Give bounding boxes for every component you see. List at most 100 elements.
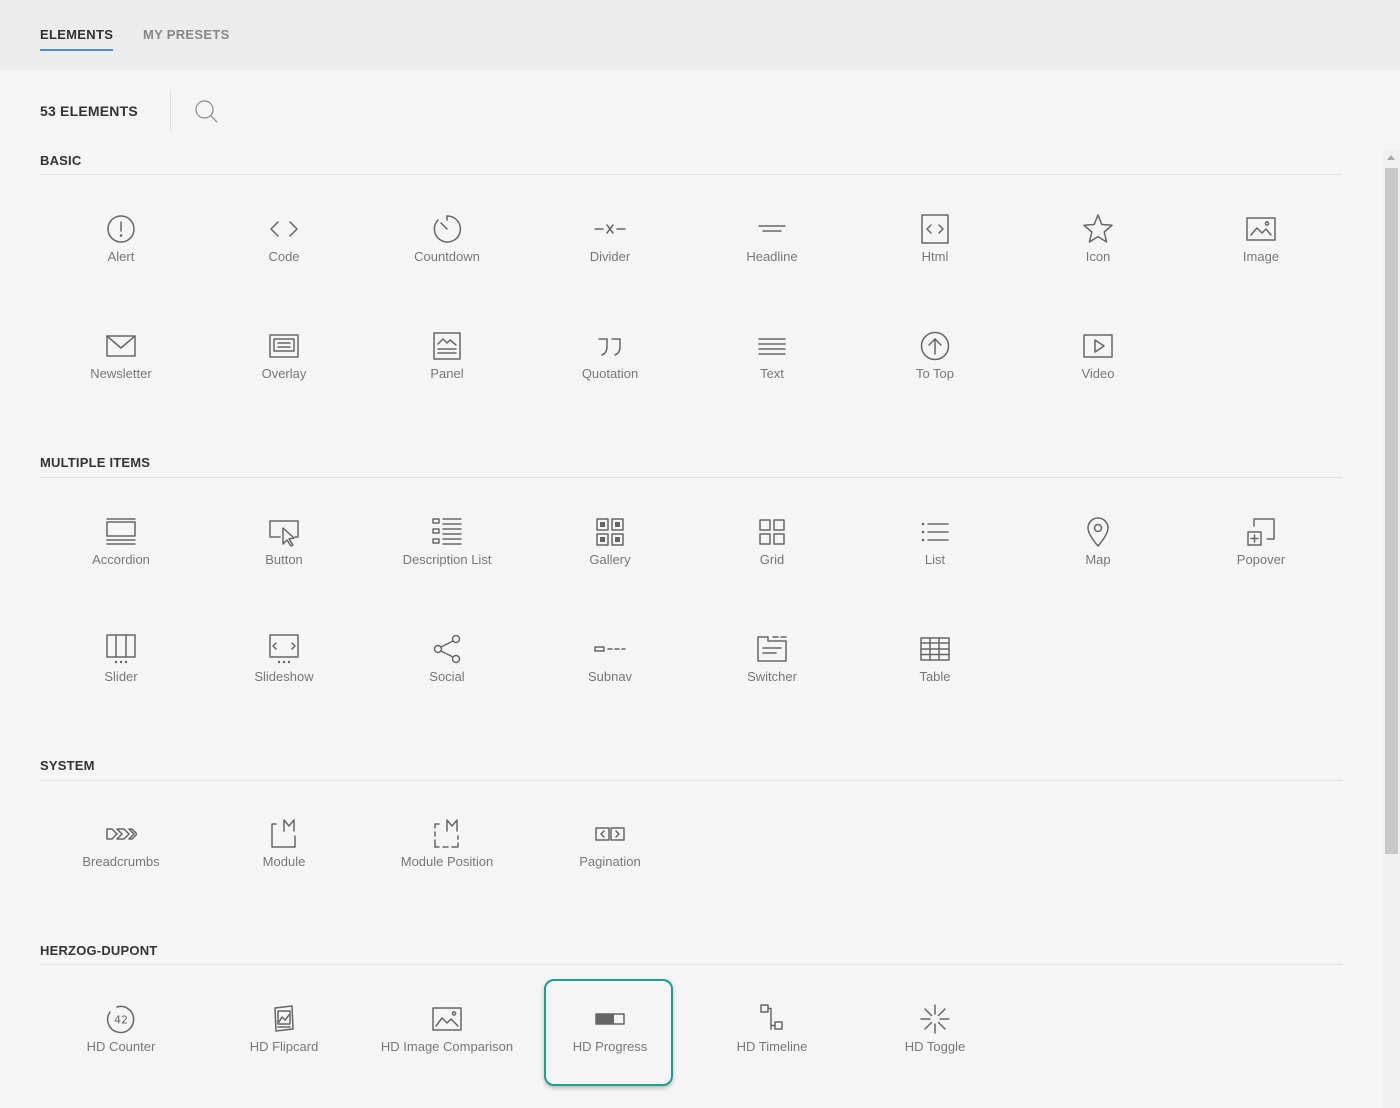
element-text[interactable]: Text: [692, 330, 852, 420]
tab-my-presets[interactable]: MY PRESETS: [143, 27, 230, 42]
headline-icon: [756, 213, 788, 245]
section-title-basic: BASIC: [40, 153, 82, 168]
list-icon: [919, 516, 951, 548]
selection-highlight: [544, 979, 673, 1086]
section-divider: [40, 174, 1342, 175]
element-label: Code: [268, 249, 300, 264]
element-label: Switcher: [747, 669, 797, 684]
element-map[interactable]: Map: [1018, 516, 1178, 606]
element-label: HD Image Comparison: [380, 1039, 514, 1054]
count-divider: [170, 91, 171, 131]
element-headline[interactable]: Headline: [692, 213, 852, 303]
element-quotation[interactable]: Quotation: [530, 330, 690, 420]
element-breadcrumbs[interactable]: Breadcrumbs: [41, 818, 201, 908]
subnav-icon: [594, 633, 626, 665]
section-title-multiple-items: MULTIPLE ITEMS: [40, 455, 151, 470]
share-icon: [431, 633, 463, 665]
element-hd-timeline[interactable]: HD Timeline: [692, 1003, 852, 1093]
element-label: List: [924, 552, 946, 567]
element-label: Map: [1085, 552, 1111, 567]
text-icon: [756, 330, 788, 362]
element-label: Text: [760, 366, 784, 381]
element-to-top[interactable]: To Top: [855, 330, 1015, 420]
section-title-system: SYSTEM: [40, 758, 95, 773]
tab-elements[interactable]: ELEMENTS: [40, 27, 114, 51]
element-pagination[interactable]: Pagination: [530, 818, 690, 908]
element-label: Table: [919, 669, 951, 684]
element-count: 53 ELEMENTS: [40, 103, 138, 119]
popover-icon: [1245, 516, 1277, 548]
element-list[interactable]: List: [855, 516, 1015, 606]
scrollbar-thumb[interactable]: [1385, 168, 1398, 854]
element-hd-image-comparison[interactable]: HD Image Comparison: [367, 1003, 527, 1093]
element-label: Description List: [402, 552, 492, 567]
element-label: Gallery: [589, 552, 631, 567]
scroll-up-arrow-icon[interactable]: [1387, 155, 1395, 160]
element-label: Popover: [1236, 552, 1286, 567]
element-panel[interactable]: Panel: [367, 330, 527, 420]
map-pin-icon: [1082, 516, 1114, 548]
element-label: Image: [1242, 249, 1280, 264]
overlay-icon: [268, 330, 300, 362]
element-alert[interactable]: Alert: [41, 213, 201, 303]
element-grid[interactable]: Grid: [692, 516, 852, 606]
counter-icon: 42: [105, 1003, 137, 1035]
element-label: To Top: [915, 366, 955, 381]
element-label: Overlay: [261, 366, 307, 381]
element-html[interactable]: Html: [855, 213, 1015, 303]
html-icon: [919, 213, 951, 245]
section-divider: [40, 780, 1342, 781]
element-module-position[interactable]: Module Position: [367, 818, 527, 908]
element-icon[interactable]: Icon: [1018, 213, 1178, 303]
grid-icon: [756, 516, 788, 548]
section-divider: [40, 964, 1342, 965]
element-label: Slideshow: [254, 669, 314, 684]
element-gallery[interactable]: Gallery: [530, 516, 690, 606]
panel-icon: [431, 330, 463, 362]
element-label: Headline: [746, 249, 798, 264]
element-divider[interactable]: Divider: [530, 213, 690, 303]
element-module[interactable]: Module: [204, 818, 364, 908]
element-hd-counter[interactable]: 42 HD Counter: [41, 1003, 201, 1093]
element-countdown[interactable]: Countdown: [367, 213, 527, 303]
image-icon: [1245, 213, 1277, 245]
image-comparison-icon: [431, 1003, 463, 1035]
play-icon: [1082, 330, 1114, 362]
element-label: Slider: [104, 669, 138, 684]
element-social[interactable]: Social: [367, 633, 527, 723]
envelope-icon: [105, 330, 137, 362]
element-overlay[interactable]: Overlay: [204, 330, 364, 420]
element-slider[interactable]: Slider: [41, 633, 201, 723]
element-accordion[interactable]: Accordion: [41, 516, 201, 606]
slider-icon: [105, 633, 137, 665]
element-label: Social: [429, 669, 465, 684]
element-newsletter[interactable]: Newsletter: [41, 330, 201, 420]
element-switcher[interactable]: Switcher: [692, 633, 852, 723]
element-hd-flipcard[interactable]: HD Flipcard: [204, 1003, 364, 1093]
element-subnav[interactable]: Subnav: [530, 633, 690, 723]
element-label: Newsletter: [90, 366, 152, 381]
element-label: Alert: [107, 249, 135, 264]
search-icon[interactable]: [193, 98, 219, 124]
element-label: Divider: [589, 249, 631, 264]
element-popover[interactable]: Popover: [1181, 516, 1341, 606]
element-label: Countdown: [414, 249, 480, 264]
slideshow-icon: [268, 633, 300, 665]
element-table[interactable]: Table: [855, 633, 1015, 723]
element-button[interactable]: Button: [204, 516, 364, 606]
switcher-icon: [756, 633, 788, 665]
accordion-icon: [105, 516, 137, 548]
element-image[interactable]: Image: [1181, 213, 1341, 303]
element-label: HD Toggle: [904, 1039, 966, 1054]
element-label: Module Position: [400, 854, 494, 869]
element-code[interactable]: Code: [204, 213, 364, 303]
element-video[interactable]: Video: [1018, 330, 1178, 420]
element-slideshow[interactable]: Slideshow: [204, 633, 364, 723]
timeline-icon: [756, 1003, 788, 1035]
element-label: Icon: [1085, 249, 1111, 264]
element-description-list[interactable]: Description List: [367, 516, 527, 606]
top-tab-bar: ELEMENTS MY PRESETS: [0, 0, 1400, 70]
element-hd-toggle[interactable]: HD Toggle: [855, 1003, 1015, 1093]
module-icon: [268, 818, 300, 850]
element-label: HD Counter: [86, 1039, 156, 1054]
